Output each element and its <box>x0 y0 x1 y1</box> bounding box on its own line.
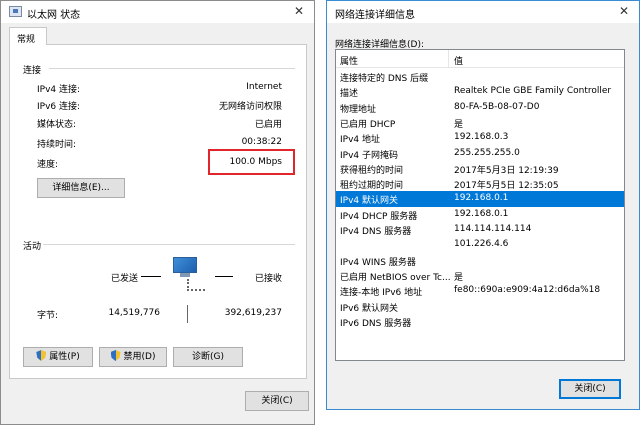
list-row[interactable]: IPv4 WINS 服务器 <box>336 253 624 268</box>
ipv6-connection-label: IPv6 连接: <box>37 102 81 112</box>
ipv4-connection-value: Internet <box>246 82 282 92</box>
list-row[interactable]: 已启用 NetBIOS over Tc... 是 <box>336 268 624 283</box>
row-property: 描述 <box>340 89 359 100</box>
list-row[interactable]: IPv4 地址 192.168.0.3 <box>336 130 624 145</box>
sent-label: 已发送 <box>111 274 139 284</box>
window-title: 网络连接详细信息 <box>335 10 415 21</box>
row-value: 192.168.0.3 <box>454 132 509 143</box>
received-line <box>215 276 233 277</box>
list-row[interactable]: IPv4 DNS 服务器 114.114.114.114 <box>336 222 624 237</box>
column-divider <box>448 50 449 68</box>
row-value: fe80::690a:e909:4a12:d6da%18 <box>454 285 601 296</box>
diagnose-button[interactable]: 诊断(G) <box>173 347 243 367</box>
row-value: 是 <box>454 119 464 130</box>
sent-line <box>141 276 161 277</box>
received-label: 已接收 <box>255 274 283 284</box>
window-title: 以太网 状态 <box>27 10 81 21</box>
list-row[interactable]: IPv6 DNS 服务器 <box>336 314 624 329</box>
uac-shield-icon <box>36 350 47 361</box>
tab-general[interactable]: 常规 <box>9 27 47 45</box>
list-row[interactable]: 获得租约的时间 2017年5月3日 12:19:39 <box>336 161 624 176</box>
list-row[interactable]: 租约过期的时间 2017年5月5日 12:35:05 <box>336 176 624 191</box>
row-value: 192.168.0.1 <box>454 208 509 219</box>
properties-button[interactable]: 属性(P) <box>23 347 93 367</box>
close-icon[interactable]: ✕ <box>294 4 304 18</box>
row-value: 2017年5月5日 12:35:05 <box>454 181 559 192</box>
row-property: IPv6 默认网关 <box>340 303 398 314</box>
row-value: 是 <box>454 272 464 283</box>
close-icon[interactable]: ✕ <box>619 4 629 18</box>
details-list[interactable]: 属性 值 连接特定的 DNS 后缀 描述 Realtek PCIe GBE Fami… <box>335 49 625 361</box>
row-property: 连接特定的 DNS 后缀 <box>340 74 429 84</box>
title-bar: 网络连接详细信息 ✕ <box>327 1 639 23</box>
title-bar: 以太网 状态 ✕ <box>1 1 314 23</box>
row-property: 物理地址 <box>340 104 377 115</box>
list-row[interactable]: 物理地址 80-FA-5B-08-07-D0 <box>336 100 624 115</box>
connection-heading: 连接 <box>23 66 42 76</box>
list-row[interactable]: 101.226.4.6 <box>336 237 624 252</box>
row-value: Realtek PCIe GBE Family Controller <box>454 86 612 97</box>
media-state-value: 已启用 <box>254 120 282 130</box>
list-row[interactable]: 描述 Realtek PCIe GBE Family Controller <box>336 84 624 99</box>
list-row[interactable]: 连接-本地 IPv6 地址 fe80::690a:e909:4a12:d6da%1… <box>336 283 624 298</box>
network-adapter-icon <box>9 6 22 17</box>
list-row[interactable]: IPv6 默认网关 <box>336 299 624 314</box>
row-property: 租约过期的时间 <box>340 181 404 192</box>
row-property: IPv4 默认网关 <box>340 196 398 207</box>
row-property: 已启用 NetBIOS over Tc... <box>340 272 451 283</box>
list-row[interactable]: IPv4 子网掩码 255.255.255.0 <box>336 146 624 161</box>
speed-highlight-box <box>208 149 295 175</box>
row-property: 获得租约的时间 <box>340 165 404 176</box>
row-property: 已启用 DHCP <box>340 119 396 130</box>
details-button[interactable]: 详细信息(E)... <box>37 178 125 198</box>
bytes-received-value: 392,619,237 <box>224 308 282 318</box>
list-row[interactable]: IPv4 DHCP 服务器 192.168.0.1 <box>336 207 624 222</box>
row-value: 114.114.114.114 <box>454 224 532 234</box>
row-property: IPv4 DNS 服务器 <box>340 227 412 237</box>
ethernet-status-window: 以太网 状态 ✕ 常规 连接 IPv4 连接: Internet IPv6 连接… <box>0 0 315 425</box>
row-property: 连接-本地 IPv6 地址 <box>340 288 423 299</box>
row-value: 192.168.0.1 <box>454 193 509 204</box>
media-state-label: 媒体状态: <box>37 120 77 130</box>
list-row[interactable]: 已启用 DHCP 是 <box>336 115 624 130</box>
network-connection-details-window: 网络连接详细信息 ✕ 网络连接详细信息(D): 属性 值 连接特定的 DNS 后… <box>326 0 640 410</box>
list-row[interactable]: 连接特定的 DNS 后缀 <box>336 69 624 84</box>
row-property: IPv4 WINS 服务器 <box>340 257 416 268</box>
duration-value: 00:38:22 <box>241 137 282 147</box>
column-header-value[interactable]: 值 <box>454 54 463 67</box>
close-button[interactable]: 关闭(C) <box>559 379 621 399</box>
speed-label: 速度: <box>37 160 59 170</box>
close-button[interactable]: 关闭(C) <box>245 391 309 411</box>
ipv6-connection-value: 无网络访问权限 <box>218 102 282 112</box>
column-header-property[interactable]: 属性 <box>340 54 358 67</box>
ipv4-connection-label: IPv4 连接: <box>37 85 81 95</box>
bytes-divider <box>187 305 188 323</box>
row-property: IPv4 地址 <box>340 135 380 146</box>
duration-label: 持续时间: <box>37 140 77 150</box>
activity-heading: 活动 <box>23 242 42 252</box>
row-value: 101.226.4.6 <box>454 239 509 250</box>
bytes-label: 字节: <box>37 311 59 321</box>
divider <box>43 244 295 245</box>
divider <box>49 68 295 69</box>
list-row[interactable]: IPv4 默认网关 192.168.0.1 <box>336 191 624 207</box>
network-computers-icon <box>167 257 207 293</box>
list-header: 属性 值 <box>336 50 624 68</box>
row-value: 2017年5月3日 12:19:39 <box>454 165 559 176</box>
row-property: IPv6 DNS 服务器 <box>340 318 412 329</box>
uac-shield-icon <box>110 350 121 361</box>
row-property: IPv4 DHCP 服务器 <box>340 211 418 222</box>
row-property: IPv4 子网掩码 <box>340 150 398 161</box>
disable-button[interactable]: 禁用(D) <box>99 347 167 367</box>
row-value: 255.255.255.0 <box>454 147 520 158</box>
bytes-sent-value: 14,519,776 <box>108 308 160 318</box>
row-value: 80-FA-5B-08-07-D0 <box>454 101 540 112</box>
